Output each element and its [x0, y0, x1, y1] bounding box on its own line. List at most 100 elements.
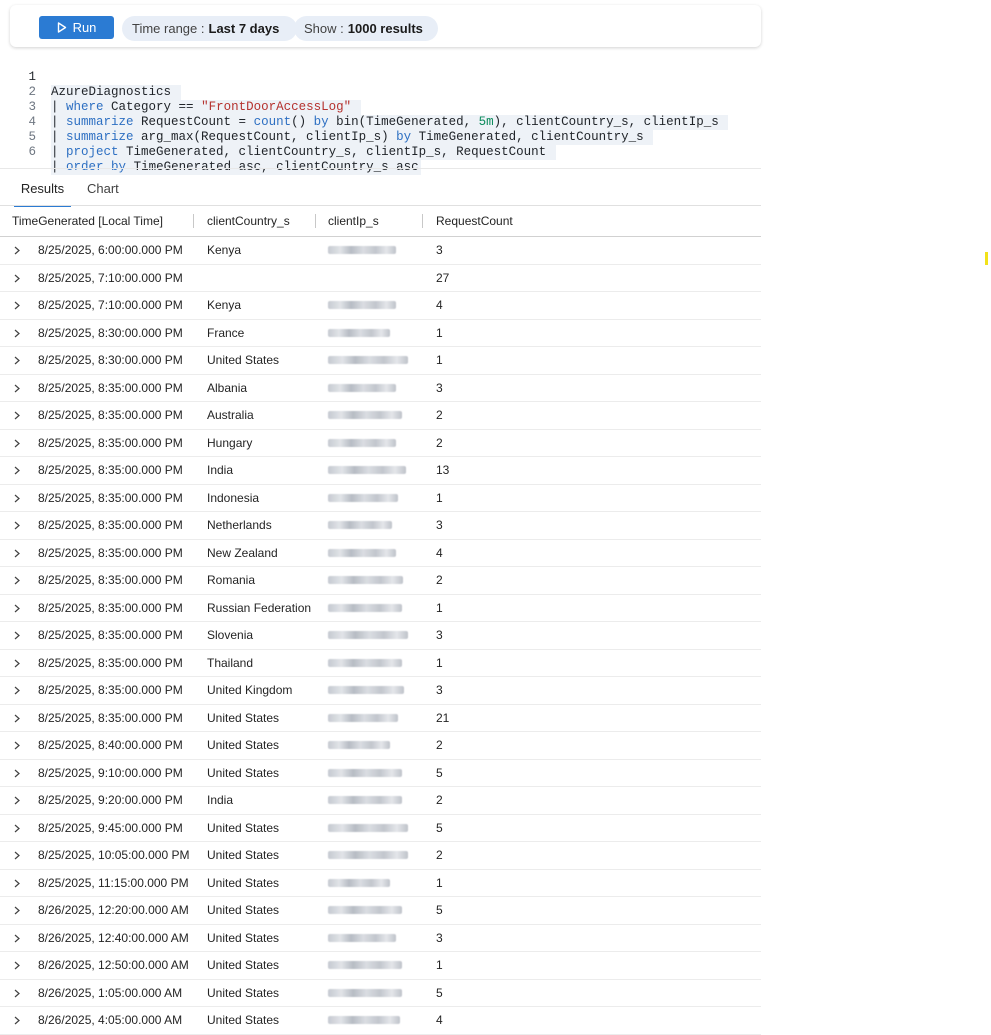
cell-ip-redacted — [328, 512, 408, 538]
cell-requestcount: 1 — [436, 958, 443, 972]
column-resize-handle[interactable] — [422, 214, 423, 228]
expand-row-button[interactable] — [12, 952, 24, 978]
redacted-ip-blur — [328, 933, 396, 942]
expand-row-button[interactable] — [12, 567, 24, 593]
tab-chart[interactable]: Chart — [87, 181, 119, 203]
table-row[interactable]: 8/25/2025, 8:35:00.000 PM United Kingdom 3 — [0, 677, 761, 705]
expand-row-button[interactable] — [12, 980, 24, 1006]
tab-results[interactable]: Results — [14, 181, 71, 207]
query-line-3[interactable]: | summarize RequestCount = count() by bi… — [51, 115, 729, 130]
table-row[interactable]: 8/25/2025, 8:35:00.000 PM Australia 2 — [0, 402, 761, 430]
cell-country: Kenya — [207, 243, 242, 257]
table-row[interactable]: 8/25/2025, 8:35:00.000 PM Russian Federat… — [0, 595, 761, 622]
query-line-1[interactable]: AzureDiagnostics — [51, 85, 181, 100]
expand-row-button[interactable] — [12, 292, 24, 318]
expand-row-button[interactable] — [12, 925, 24, 951]
time-range-picker[interactable]: Time range : Last 7 days — [122, 16, 297, 41]
table-row[interactable]: 8/25/2025, 8:35:00.000 PM Netherlands 3 — [0, 512, 761, 540]
expand-row-button[interactable] — [12, 237, 24, 263]
chevron-right-icon — [14, 604, 20, 612]
query-line-5[interactable]: | project TimeGenerated, clientCountry_s… — [51, 145, 556, 160]
table-row[interactable]: 8/25/2025, 9:45:00.000 PM United States 5 — [0, 815, 761, 842]
expand-row-button[interactable] — [12, 897, 24, 923]
expand-row-button[interactable] — [12, 787, 24, 813]
table-row[interactable]: 8/25/2025, 7:10:00.000 PM Kenya 4 — [0, 292, 761, 320]
table-row[interactable]: 8/26/2025, 4:05:00.000 AM United States 4 — [0, 1007, 761, 1035]
expand-row-button[interactable] — [12, 760, 24, 786]
expand-row-button[interactable] — [12, 870, 24, 896]
table-row[interactable]: 8/25/2025, 8:35:00.000 PM United States 21 — [0, 705, 761, 732]
table-row[interactable]: 8/25/2025, 8:35:00.000 PM Hungary 2 — [0, 430, 761, 457]
expand-row-button[interactable] — [12, 1007, 24, 1033]
column-header-country[interactable]: clientCountry_s — [207, 206, 290, 236]
table-row[interactable]: 8/25/2025, 8:35:00.000 PM Indonesia 1 — [0, 485, 761, 512]
run-button[interactable]: Run — [39, 16, 114, 39]
table-row[interactable]: 8/25/2025, 8:35:00.000 PM Slovenia 3 — [0, 622, 761, 650]
cell-requestcount: 2 — [436, 573, 443, 587]
table-row[interactable]: 8/25/2025, 9:10:00.000 PM United States 5 — [0, 760, 761, 787]
redacted-ip-blur — [328, 438, 396, 447]
chevron-right-icon — [14, 329, 20, 337]
expand-row-button[interactable] — [12, 677, 24, 703]
table-row[interactable]: 8/25/2025, 10:05:00.000 PM United States 2 — [0, 842, 761, 870]
query-line-2[interactable]: | where Category == "FrontDoorAccessLog" — [51, 100, 361, 115]
redacted-ip-blur — [328, 796, 402, 804]
table-row[interactable]: 8/26/2025, 12:50:00.000 AM United States 1 — [0, 952, 761, 980]
expand-row-button[interactable] — [12, 265, 24, 291]
expand-row-button[interactable] — [12, 402, 24, 428]
table-row[interactable]: 8/25/2025, 8:40:00.000 PM United States 2 — [0, 732, 761, 760]
expand-row-button[interactable] — [12, 347, 24, 373]
expand-row-button[interactable] — [12, 622, 24, 648]
table-row[interactable]: 8/25/2025, 8:35:00.000 PM New Zealand 4 — [0, 540, 761, 567]
chevron-right-icon — [14, 411, 20, 420]
query-editor[interactable]: 1 AzureDiagnostics 2 | where Category ==… — [0, 53, 760, 175]
cell-requestcount: 5 — [436, 903, 443, 917]
table-row[interactable]: 8/25/2025, 7:10:00.000 PM 27 — [0, 265, 761, 292]
table-row[interactable]: 8/25/2025, 9:20:00.000 PM India 2 — [0, 787, 761, 815]
expand-row-button[interactable] — [12, 595, 24, 621]
expand-row-button[interactable] — [12, 457, 24, 483]
result-limit-picker[interactable]: Show : 1000 results — [294, 16, 438, 41]
expand-row-button[interactable] — [12, 732, 24, 758]
expand-row-button[interactable] — [12, 430, 24, 456]
chevron-right-icon — [14, 796, 20, 805]
cell-requestcount: 2 — [436, 435, 443, 450]
expand-row-button[interactable] — [12, 512, 24, 538]
expand-row-button[interactable] — [12, 375, 24, 401]
time-range-value: Last 7 days — [208, 21, 280, 36]
table-row[interactable]: 8/25/2025, 8:35:00.000 PM Romania 2 — [0, 567, 761, 595]
column-header-timegenerated[interactable]: TimeGenerated [Local Time] — [12, 206, 163, 236]
table-row[interactable]: 8/26/2025, 12:20:00.000 AM United States 5 — [0, 897, 761, 925]
table-row[interactable]: 8/25/2025, 11:15:00.000 PM United States 1 — [0, 870, 761, 897]
expand-row-button[interactable] — [12, 485, 24, 511]
chevron-right-icon — [14, 686, 20, 695]
cell-ip-redacted — [328, 705, 408, 731]
table-row[interactable]: 8/25/2025, 6:00:00.000 PM Kenya 3 — [0, 237, 761, 265]
cell-ip-redacted — [328, 897, 408, 923]
cell-requestcount: 3 — [436, 930, 443, 945]
expand-row-button[interactable] — [12, 842, 24, 868]
table-row[interactable]: 8/25/2025, 8:35:00.000 PM Thailand 1 — [0, 650, 761, 677]
cell-timegenerated: 8/25/2025, 8:35:00.000 PM — [38, 435, 183, 450]
expand-row-button[interactable] — [12, 540, 24, 566]
table-row[interactable]: 8/25/2025, 8:35:00.000 PM India 13 — [0, 457, 761, 485]
expand-row-button[interactable] — [12, 650, 24, 676]
redacted-ip-blur — [328, 851, 408, 859]
expand-row-button[interactable] — [12, 320, 24, 346]
column-header-ip[interactable]: clientIp_s — [328, 206, 379, 236]
cell-ip-redacted — [328, 265, 408, 291]
table-row[interactable]: 8/25/2025, 8:35:00.000 PM Albania 3 — [0, 375, 761, 402]
column-header-requestcount[interactable]: RequestCount — [436, 206, 513, 236]
query-line-4[interactable]: | summarize arg_max(RequestCount, client… — [51, 130, 654, 145]
column-resize-handle[interactable] — [315, 214, 316, 228]
expand-row-button[interactable] — [12, 705, 24, 731]
expand-row-button[interactable] — [12, 815, 24, 841]
cell-timegenerated: 8/26/2025, 12:40:00.000 AM — [38, 930, 189, 945]
redacted-ip-blur — [328, 521, 392, 529]
table-row[interactable]: 8/26/2025, 12:40:00.000 AM United States 3 — [0, 925, 761, 952]
table-row[interactable]: 8/25/2025, 8:30:00.000 PM United States 1 — [0, 347, 761, 375]
column-resize-handle[interactable] — [193, 214, 194, 228]
table-row[interactable]: 8/26/2025, 1:05:00.000 AM United States 5 — [0, 980, 761, 1007]
table-row[interactable]: 8/25/2025, 8:30:00.000 PM France 1 — [0, 320, 761, 347]
cell-requestcount: 1 — [436, 325, 443, 340]
